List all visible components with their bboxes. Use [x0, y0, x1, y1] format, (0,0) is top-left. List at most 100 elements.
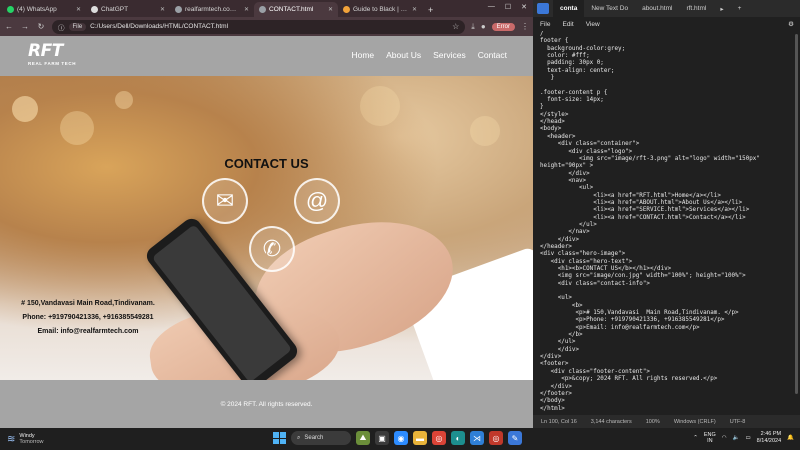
code-line[interactable]: <div class="contact-info"> — [540, 281, 796, 288]
taskbar-search[interactable]: ⌕ Search — [291, 431, 351, 445]
code-line[interactable]: </header> — [540, 244, 796, 251]
code-line[interactable]: <li><a href="CONTACT.html">Contact</a></… — [540, 215, 796, 222]
close-tab-icon[interactable]: ✕ — [244, 6, 249, 13]
editor-tab-new-text[interactable]: New Text Do — [584, 0, 635, 17]
wifi-icon[interactable]: ◠ — [722, 435, 727, 441]
zoom-level[interactable]: 100% — [646, 419, 660, 425]
profile-icon[interactable]: ● — [481, 22, 486, 31]
code-line[interactable]: <div class="logo"> — [540, 149, 796, 156]
code-line[interactable]: <p># 150,Vandavasi Main Road,Tindivanam.… — [540, 310, 796, 317]
tray-chevron-icon[interactable]: ⌃ — [693, 435, 698, 441]
code-line[interactable]: footer { — [540, 38, 796, 45]
code-line[interactable]: <p>Email: info@realfarmtech.com</p> — [540, 325, 796, 332]
browser-tab-realfarmtech[interactable]: realfarmtech.com/SERV ✕ — [170, 2, 254, 17]
code-line[interactable]: padding: 30px 0; — [540, 60, 796, 67]
close-tab-icon[interactable]: ✕ — [76, 6, 81, 13]
notification-bell-icon[interactable]: 🔔 — [787, 435, 794, 441]
battery-icon[interactable]: ▭ — [745, 435, 750, 441]
windows-start-icon[interactable] — [272, 431, 286, 445]
code-line[interactable]: .footer-content p { — [540, 90, 796, 97]
code-line[interactable]: / — [540, 31, 796, 38]
browser-tab-contact[interactable]: CONTACT.html ✕ — [254, 2, 338, 17]
browser-tab-whatsapp[interactable]: (4) WhatsApp ✕ — [2, 2, 86, 17]
language-indicator[interactable]: ENG IN — [704, 432, 716, 444]
file-explorer-icon[interactable]: ▬ — [413, 431, 427, 445]
chrome-active-icon[interactable]: ◎ — [489, 431, 503, 445]
code-line[interactable]: </nav> — [540, 229, 796, 236]
address-text[interactable]: C:/Users/Dell/Downloads/HTML/CONTACT.htm… — [90, 23, 228, 30]
encoding[interactable]: UTF-8 — [730, 419, 746, 425]
code-line[interactable]: </div> — [540, 354, 796, 361]
reload-icon[interactable]: ↻ — [36, 22, 46, 31]
editor-new-tab-button[interactable]: + — [731, 0, 749, 17]
chrome-icon[interactable]: ◎ — [432, 431, 446, 445]
code-line[interactable]: </head> — [540, 119, 796, 126]
menu-edit[interactable]: Edit — [562, 21, 573, 28]
tab-overflow-button[interactable]: ▸ — [713, 0, 730, 17]
code-line[interactable]: font-size: 14px; — [540, 97, 796, 104]
code-line[interactable]: text-align: center; — [540, 68, 796, 75]
code-line[interactable]: background-color:grey; — [540, 46, 796, 53]
editor-tab-about[interactable]: about.html — [635, 0, 679, 17]
task-view-icon[interactable]: ▣ — [375, 431, 389, 445]
code-line[interactable]: </div> — [540, 237, 796, 244]
code-line[interactable]: <nav> — [540, 178, 796, 185]
volume-icon[interactable]: 🔈 — [733, 435, 740, 441]
notepad-icon[interactable]: ✎ — [508, 431, 522, 445]
code-line[interactable]: <div class="footer-content"> — [540, 369, 796, 376]
close-tab-icon[interactable]: ✕ — [412, 6, 417, 13]
widget-image-icon[interactable]: ⛰ — [356, 431, 370, 445]
code-line[interactable]: height="90px" > — [540, 163, 796, 170]
site-logo[interactable]: RFT REAL FARM TECH — [28, 43, 98, 69]
code-line[interactable]: </div> — [540, 171, 796, 178]
back-icon[interactable]: ← — [4, 22, 14, 31]
weather-widget[interactable]: ≋ Windy Tomorrow — [0, 433, 110, 446]
code-editor-area[interactable]: / footer { background-color:grey; color: … — [540, 31, 796, 415]
code-line[interactable]: } — [540, 104, 796, 111]
code-line[interactable]: </footer> — [540, 391, 796, 398]
browser-tab-picmonkey[interactable]: Guide to Black | PicMonk ✕ — [338, 2, 422, 17]
code-line[interactable]: <footer> — [540, 361, 796, 368]
code-line[interactable]: <ul> — [540, 295, 796, 302]
close-window-icon[interactable]: ✕ — [521, 3, 527, 11]
menu-view[interactable]: View — [586, 21, 600, 28]
more-icon[interactable]: ⋮ — [521, 22, 529, 31]
code-line[interactable]: </style> — [540, 112, 796, 119]
info-icon[interactable]: ⓘ — [58, 22, 65, 32]
code-line[interactable]: <img src="image/con.jpg" width="100%"; h… — [540, 273, 796, 280]
nav-link-contact[interactable]: Contact — [478, 50, 507, 60]
close-tab-icon[interactable]: ✕ — [160, 6, 165, 13]
code-line[interactable]: } — [540, 75, 796, 82]
star-icon[interactable]: ☆ — [452, 22, 459, 31]
nav-link-home[interactable]: Home — [351, 50, 374, 60]
minimize-icon[interactable]: — — [488, 3, 495, 11]
nav-link-services[interactable]: Services — [433, 50, 466, 60]
code-line[interactable]: <p>&copy; 2024 RFT. All rights reserved.… — [540, 376, 796, 383]
system-clock[interactable]: 2:46 PM 8/14/2024 — [757, 431, 781, 444]
code-line[interactable]: </b> — [540, 332, 796, 339]
code-line[interactable]: </ul> — [540, 222, 796, 229]
line-endings[interactable]: Windows (CRLF) — [674, 419, 716, 425]
edge-icon[interactable]: ◐ — [451, 431, 465, 445]
code-line[interactable]: <ul> — [540, 185, 796, 192]
nav-link-about[interactable]: About Us — [386, 50, 421, 60]
address-bar[interactable]: ⓘ File C:/Users/Dell/Downloads/HTML/CONT… — [52, 19, 466, 34]
code-line[interactable]: <div class="hero-image"> — [540, 251, 796, 258]
download-icon[interactable]: ⤓ — [471, 22, 475, 32]
vscode-icon[interactable]: ⋊ — [470, 431, 484, 445]
code-line[interactable] — [540, 82, 796, 89]
gear-icon[interactable]: ⚙ — [788, 20, 794, 28]
error-button[interactable]: Error — [491, 22, 515, 31]
new-tab-button[interactable]: + — [422, 5, 439, 17]
code-line[interactable]: </body> — [540, 398, 796, 405]
code-line[interactable]: </div> — [540, 347, 796, 354]
code-line[interactable]: <div class="hero-text"> — [540, 259, 796, 266]
code-line[interactable]: <li><a href="SERVICE.html">Services</a><… — [540, 207, 796, 214]
close-tab-icon[interactable]: ✕ — [328, 6, 333, 13]
code-line[interactable]: <li><a href="RFT.html">Home</a></li> — [540, 193, 796, 200]
editor-tab-rft[interactable]: rft.html — [679, 0, 713, 17]
browser-tab-chatgpt[interactable]: ChatGPT ✕ — [86, 2, 170, 17]
maximize-icon[interactable]: ☐ — [505, 3, 511, 11]
code-line[interactable]: </html> — [540, 406, 796, 413]
code-line[interactable]: <img src="image/rft-3.png" alt="logo" wi… — [540, 156, 796, 163]
